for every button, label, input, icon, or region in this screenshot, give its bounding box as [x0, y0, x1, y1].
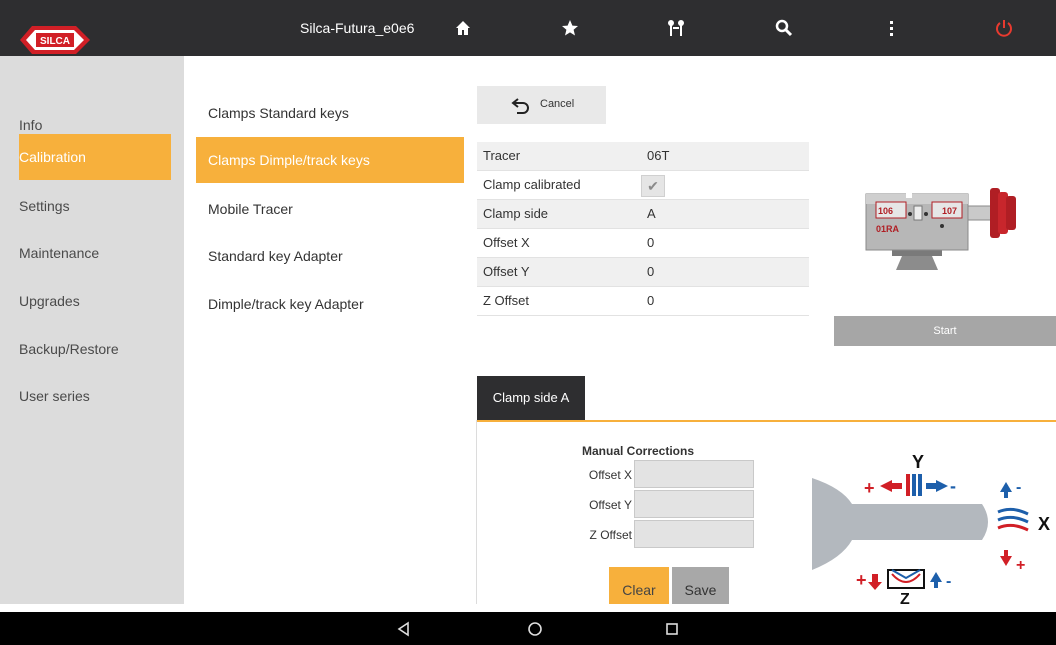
svg-text:-: - [1016, 479, 1021, 496]
offset-y-field[interactable] [634, 490, 754, 518]
submenu-item-mobile-tracer[interactable]: Mobile Tracer [196, 186, 464, 232]
svg-text:+: + [1016, 557, 1025, 574]
sidebar-item-label: User series [19, 388, 90, 404]
sidebar-item-backup-restore[interactable]: Backup/Restore [19, 326, 171, 372]
svg-text:Z: Z [900, 591, 910, 604]
svg-text:-: - [950, 476, 956, 496]
clamp-calibrated-checkbox: ✔ [641, 175, 665, 197]
svg-text:107: 107 [942, 206, 957, 216]
svg-text:Y: Y [912, 452, 924, 472]
sidebar-item-maintenance[interactable]: Maintenance [19, 230, 171, 276]
table-row: Clamp calibrated ✔ [477, 171, 809, 200]
power-icon[interactable] [994, 18, 1014, 38]
manual-corrections-title: Manual Corrections [582, 444, 695, 458]
home-nav-icon[interactable] [526, 620, 544, 638]
search-icon[interactable] [774, 18, 794, 38]
bottom-spacer [0, 604, 1056, 612]
property-key: Tracer [483, 148, 521, 163]
key-correction-diagram: Y + - - X + + - Z [812, 452, 1050, 604]
silca-logo: SILCA [20, 26, 90, 54]
recents-icon[interactable] [663, 620, 681, 638]
z-offset-field[interactable] [634, 520, 754, 548]
property-key: Z Offset [483, 293, 529, 308]
svg-text:SILCA: SILCA [40, 36, 70, 47]
svg-text:01RA: 01RA [876, 224, 900, 234]
property-key: Offset X [483, 235, 530, 250]
property-value: 0 [647, 293, 655, 308]
android-nav-bar [0, 612, 1056, 645]
table-row: Tracer 06T [477, 142, 809, 171]
submenu-item-label: Clamps Standard keys [208, 105, 349, 121]
svg-text:+: + [856, 570, 867, 590]
cancel-button[interactable]: Cancel [477, 86, 606, 124]
submenu-item-clamps-standard[interactable]: Clamps Standard keys [196, 90, 464, 136]
back-icon[interactable] [395, 620, 413, 638]
table-row: Clamp side A [477, 200, 809, 229]
submenu-item-clamps-dimple[interactable]: Clamps Dimple/track keys [196, 137, 464, 183]
start-button[interactable]: Start [834, 316, 1056, 346]
table-row: Z Offset 0 [477, 287, 809, 316]
submenu-item-label: Mobile Tracer [208, 201, 293, 217]
clamp-illustration: 106 107 01RA [865, 188, 1016, 270]
sidebar-item-label: Backup/Restore [19, 341, 119, 357]
clear-button[interactable]: Clear [609, 567, 669, 604]
app-title: Silca-Futura_e0e6 [300, 20, 415, 36]
property-value: 06T [647, 148, 670, 163]
sidebar-item-label: Maintenance [19, 245, 100, 261]
tab-underline [477, 420, 1056, 422]
offset-y-label: Offset Y [589, 498, 632, 512]
property-value: A [647, 206, 656, 221]
sidebar-item-label: Settings [19, 198, 70, 214]
sidebar: Info Calibration Settings Maintenance Up… [0, 56, 184, 604]
top-bar: SILCA Silca-Futura_e0e6 [0, 0, 1056, 56]
tab-clamp-side-a[interactable]: Clamp side A [477, 376, 585, 420]
sidebar-item-label: Upgrades [19, 293, 80, 309]
offset-x-label: Offset X [588, 468, 632, 482]
property-value: 0 [647, 235, 655, 250]
property-key: Clamp side [483, 206, 549, 221]
property-key: Clamp calibrated [483, 177, 581, 192]
sidebar-item-calibration[interactable]: Calibration [19, 134, 171, 180]
z-offset-label: Z Offset [589, 528, 632, 542]
submenu-item-dimple-adapter[interactable]: Dimple/track key Adapter [196, 281, 464, 327]
keys-icon[interactable] [666, 18, 686, 38]
divider [476, 420, 477, 604]
submenu-item-standard-adapter[interactable]: Standard key Adapter [196, 233, 464, 279]
svg-text:X: X [1038, 514, 1050, 534]
sidebar-item-upgrades[interactable]: Upgrades [19, 278, 171, 324]
offset-x-field[interactable] [634, 460, 754, 488]
sidebar-item-label: Calibration [19, 149, 86, 165]
svg-text:+: + [864, 478, 875, 498]
sidebar-item-settings[interactable]: Settings [19, 183, 171, 229]
property-value: 0 [647, 264, 655, 279]
star-icon[interactable] [560, 18, 580, 38]
undo-icon [511, 98, 529, 114]
save-button[interactable]: Save [672, 567, 729, 604]
table-row: Offset Y 0 [477, 258, 809, 287]
property-key: Offset Y [483, 264, 530, 279]
svg-text:-: - [946, 573, 951, 590]
more-vert-icon[interactable] [881, 18, 901, 38]
properties-table: Tracer 06T Clamp calibrated ✔ Clamp side… [477, 142, 809, 316]
home-icon[interactable] [453, 18, 473, 38]
svg-text:106: 106 [878, 206, 893, 216]
sidebar-item-user-series[interactable]: User series [19, 373, 171, 419]
cancel-label: Cancel [540, 98, 575, 110]
submenu-item-label: Dimple/track key Adapter [208, 296, 364, 312]
submenu-item-label: Standard key Adapter [208, 248, 343, 264]
table-row: Offset X 0 [477, 229, 809, 258]
submenu-item-label: Clamps Dimple/track keys [208, 152, 370, 168]
